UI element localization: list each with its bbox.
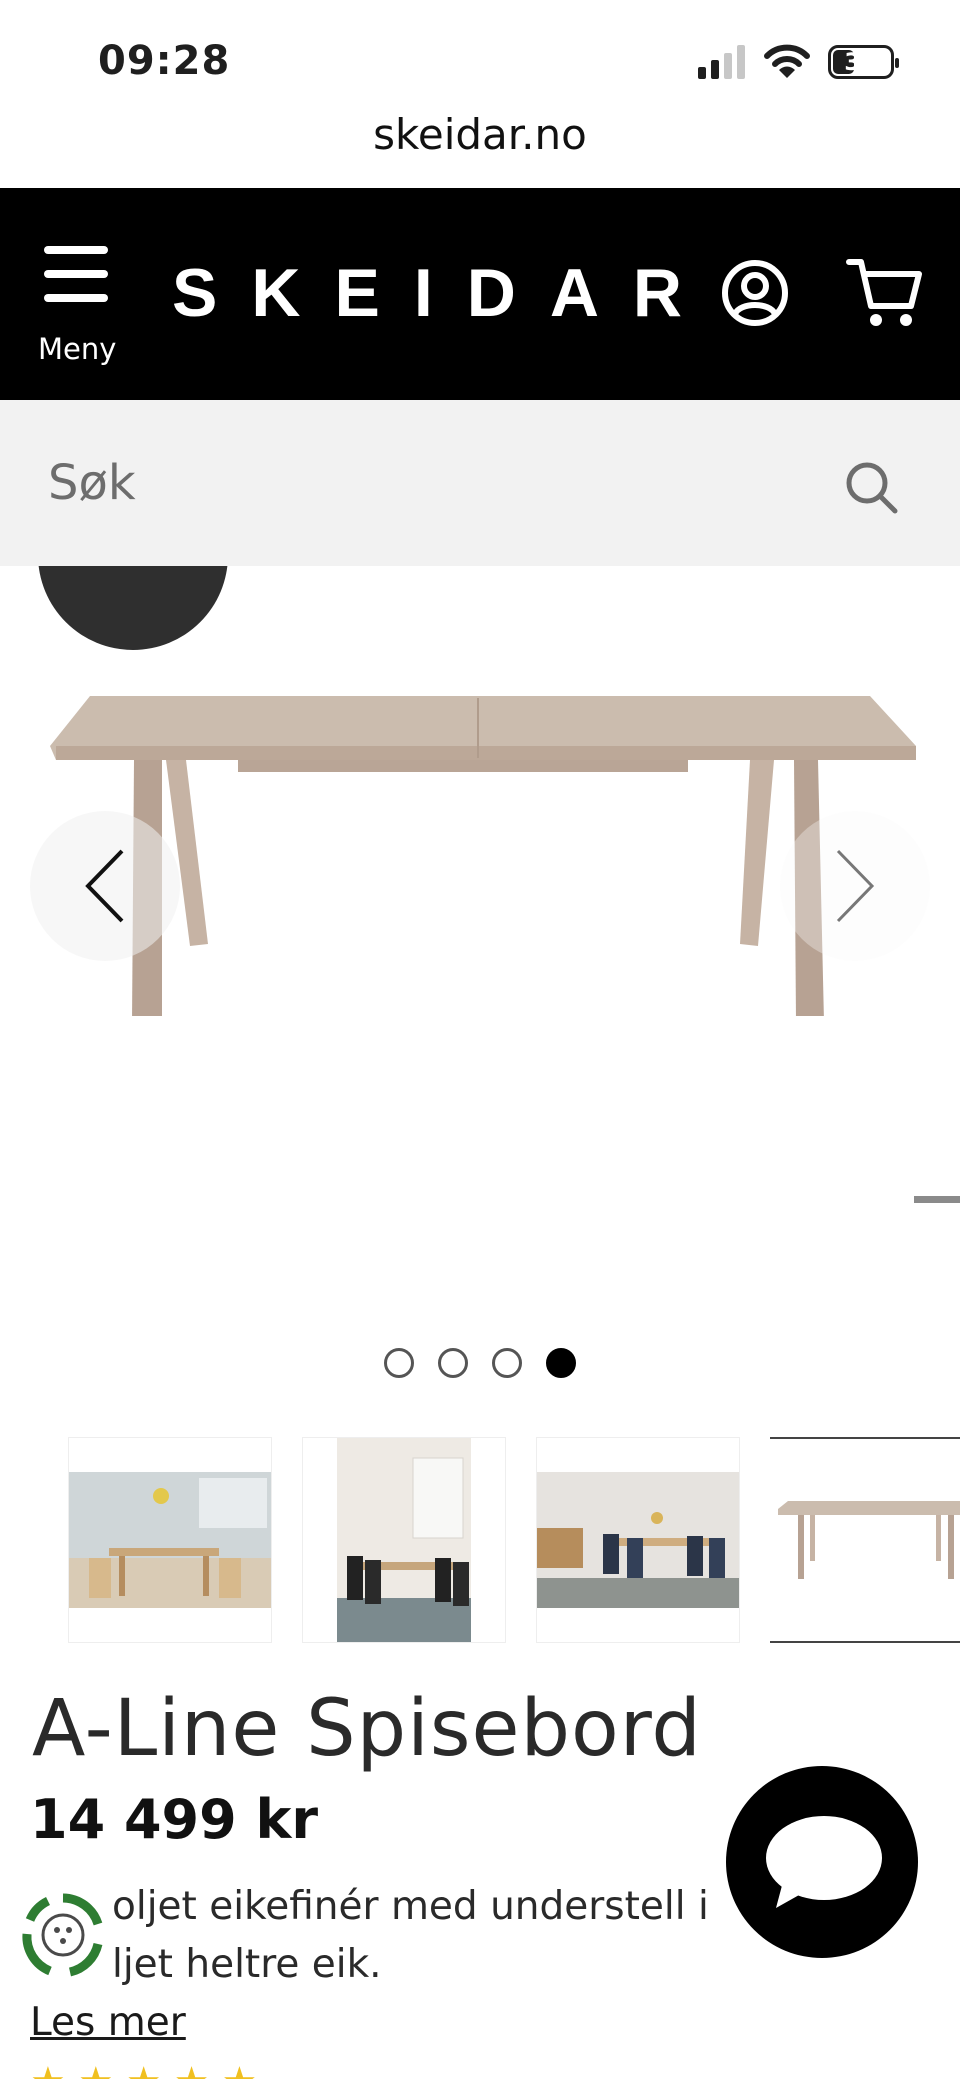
thumbnail-strip	[68, 1437, 960, 1643]
url-bar[interactable]: skeidar.no	[0, 110, 960, 188]
gallery-dot-2[interactable]	[438, 1348, 468, 1378]
skeidar-logo[interactable]: SKEIDAR	[172, 254, 716, 332]
site-header: Meny SKEIDAR	[0, 188, 960, 400]
rating-stars: ★★★★★	[30, 2062, 269, 2079]
menu-icon	[36, 246, 116, 302]
thumbnail-image	[69, 1472, 271, 1608]
search-bar	[0, 400, 960, 566]
scroll-indicator	[914, 1196, 960, 1203]
chevron-right-icon	[836, 849, 875, 923]
thumbnail-3[interactable]	[536, 1437, 740, 1643]
thumbnail-image	[778, 1501, 960, 1579]
eco-badge[interactable]	[20, 1892, 106, 1978]
thumbnail-1[interactable]	[68, 1437, 272, 1643]
search-icon[interactable]	[844, 460, 900, 516]
status-time: 09:28	[98, 38, 231, 84]
thumbnail-image	[537, 1472, 739, 1608]
description-line-1: oljet eikefinér med understell i	[112, 1884, 709, 1929]
chat-button[interactable]	[726, 1766, 918, 1958]
cart-button[interactable]	[845, 256, 925, 330]
product-price: 14 499 kr	[30, 1788, 319, 1851]
read-more-link[interactable]: Les mer	[30, 2000, 186, 2045]
thumbnail-image	[337, 1438, 471, 1642]
search-input[interactable]	[48, 450, 808, 516]
wifi-icon	[764, 44, 810, 78]
cart-icon	[846, 259, 922, 326]
status-icons: 37	[698, 44, 899, 80]
chat-bubble-icon	[766, 1816, 882, 1908]
description-line-2: ljet heltre eik.	[112, 1942, 382, 1987]
url-text: skeidar.no	[373, 110, 587, 159]
gallery-dots	[0, 1348, 960, 1380]
product-gallery[interactable]	[0, 566, 960, 1396]
battery-icon: 37	[828, 45, 899, 79]
product-title: A-Line Spisebord	[32, 1684, 702, 1774]
menu-label: Meny	[38, 332, 117, 366]
signal-icon	[698, 45, 745, 79]
account-icon	[722, 260, 788, 326]
gallery-dot-3[interactable]	[492, 1348, 522, 1378]
status-bar: 09:28 37	[0, 0, 960, 110]
gallery-prev-button[interactable]	[30, 811, 180, 961]
recycle-icon	[22, 1893, 103, 1977]
product-badge	[38, 566, 228, 650]
gallery-dot-4[interactable]	[546, 1348, 576, 1378]
chevron-left-icon	[85, 849, 124, 923]
thumbnail-2[interactable]	[302, 1437, 506, 1643]
product-description: oljet eikefinér med understell i ljet he…	[112, 1878, 752, 1994]
thumbnail-4[interactable]	[770, 1437, 960, 1643]
gallery-next-button[interactable]	[780, 811, 930, 961]
account-button[interactable]	[720, 258, 790, 328]
battery-level: 37	[844, 48, 878, 76]
menu-button[interactable]: Meny	[36, 246, 116, 366]
gallery-dot-1[interactable]	[384, 1348, 414, 1378]
battery-cap	[895, 58, 899, 68]
